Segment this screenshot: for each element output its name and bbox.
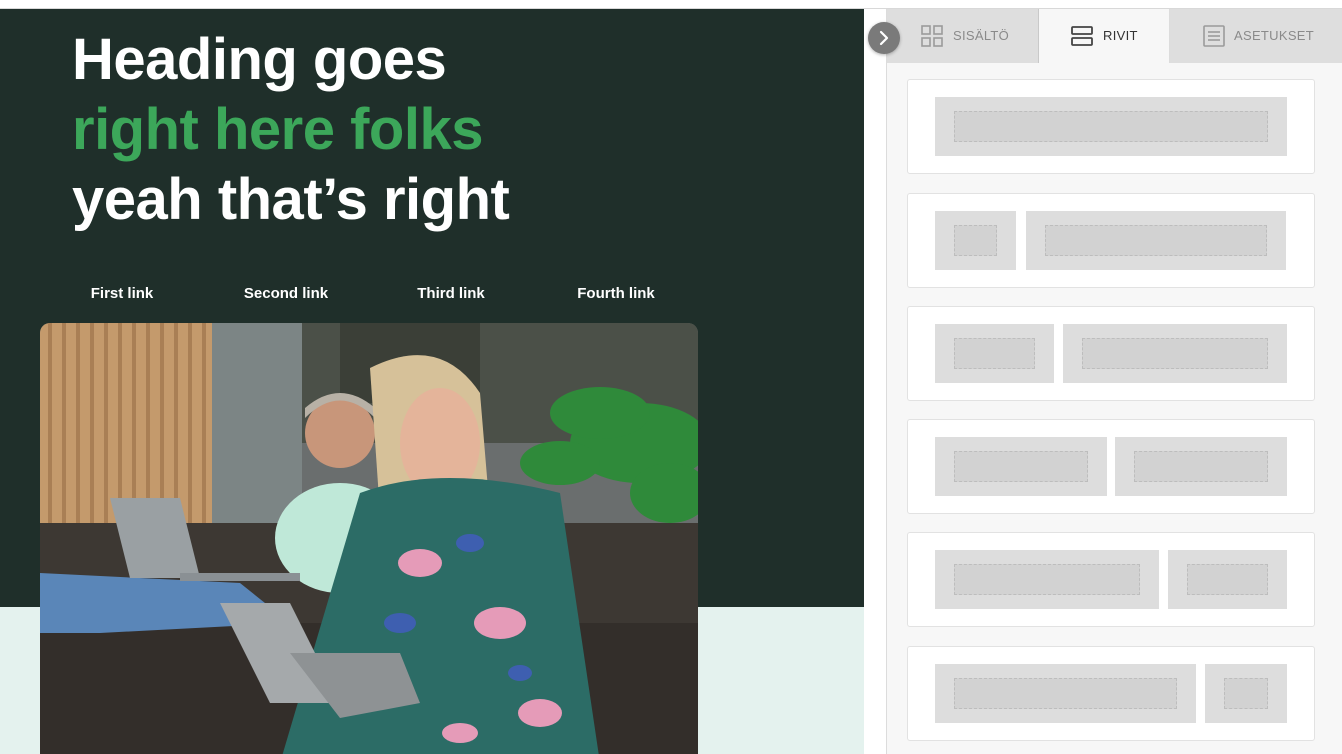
column-block [1063,324,1287,383]
column-block [1115,437,1287,496]
column-placeholder [954,451,1088,482]
row-layout-3-1-columns[interactable] [907,646,1315,741]
column-block [935,97,1287,156]
hero-heading[interactable]: Heading goes right here folks yeah that’… [72,25,510,235]
nav-link-first[interactable]: First link [40,283,204,305]
heading-line-2: right here folks [72,97,483,162]
email-canvas[interactable]: Heading goes right here folks yeah that’… [0,9,864,754]
column-block [1205,664,1287,723]
column-placeholder [954,564,1140,595]
panel-tabs: SISÄLTÖ RIVIT ASETUKSET [887,9,1342,63]
column-block [935,324,1054,383]
column-placeholder [1224,678,1268,709]
nav-link-fourth[interactable]: Fourth link [534,283,698,305]
tab-sisalto[interactable]: SISÄLTÖ [887,9,1039,63]
hero-photo[interactable] [40,323,698,754]
heading-line-1: Heading goes [72,27,447,92]
tab-rivit-label: RIVIT [1103,28,1138,43]
nav-link-second[interactable]: Second link [204,283,368,305]
column-placeholder [954,678,1177,709]
column-block [935,664,1196,723]
column-block [1168,550,1287,609]
top-border [0,0,1342,9]
column-placeholder [1187,564,1268,595]
column-block [1026,211,1286,270]
column-block [935,211,1016,270]
tab-asetukset[interactable]: ASETUKSET [1170,9,1342,63]
row-layout-1-3-columns[interactable] [907,193,1315,288]
collapse-panel-button[interactable] [868,22,900,54]
column-block [935,437,1107,496]
column-block [935,550,1159,609]
column-placeholder [954,225,997,256]
row-layout-1-1-columns[interactable] [907,419,1315,514]
row-layout-1-column[interactable] [907,79,1315,174]
settings-list-icon [1203,25,1225,47]
column-placeholder [1134,451,1268,482]
row-layout-1-2-columns[interactable] [907,306,1315,401]
column-placeholder [1082,338,1268,369]
photo-people-with-laptops [40,323,698,754]
grid-icon [921,25,943,47]
tab-rivit[interactable]: RIVIT [1039,9,1170,63]
nav-link-third[interactable]: Third link [369,283,533,305]
tab-sisalto-label: SISÄLTÖ [953,28,1010,43]
column-placeholder [954,338,1035,369]
row-layout-2-1-columns[interactable] [907,532,1315,627]
nav-links: First link Second link Third link Fourth… [40,283,698,305]
rows-icon [1071,26,1093,46]
tab-asetukset-label: ASETUKSET [1234,28,1314,43]
column-placeholder [1045,225,1267,256]
panel-gutter [864,9,886,754]
heading-line-3: yeah that’s right [72,167,510,232]
editor-panel: SISÄLTÖ RIVIT ASETUKSET [886,9,1342,754]
column-placeholder [954,111,1268,142]
chevron-right-icon [879,30,889,46]
